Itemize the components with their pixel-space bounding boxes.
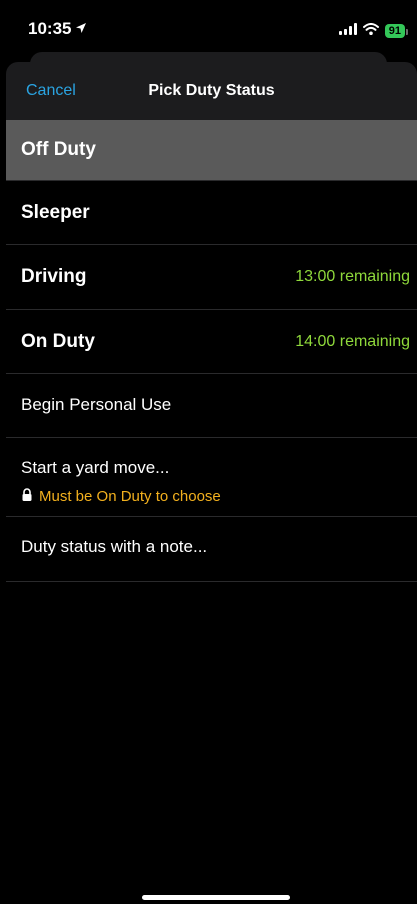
- status-option-driving[interactable]: Driving 13:00 remaining: [6, 245, 417, 310]
- status-option-on-duty[interactable]: On Duty 14:00 remaining: [6, 310, 417, 374]
- status-option-label: Start a yard move...: [21, 458, 170, 477]
- page-title: Pick Duty Status: [148, 82, 275, 99]
- remaining-time: 13:00 remaining: [295, 268, 410, 285]
- status-option-label: Driving: [21, 266, 87, 287]
- battery-level: 91: [388, 25, 401, 37]
- status-bar: 10:35 91: [0, 0, 417, 56]
- status-time-group: 10:35: [28, 19, 87, 39]
- status-option-label: On Duty: [21, 331, 95, 352]
- battery-icon: 91: [384, 24, 409, 38]
- remaining-time: 14:00 remaining: [295, 333, 410, 350]
- status-indicators: 91: [338, 22, 409, 40]
- wifi-icon: [362, 22, 379, 40]
- status-option-label: Duty status with a note...: [21, 537, 208, 556]
- disabled-note: Must be On Duty to choose: [21, 488, 221, 505]
- status-option-with-note[interactable]: Duty status with a note...: [6, 517, 417, 582]
- location-arrow-icon: [75, 19, 87, 39]
- status-option-sleeper[interactable]: Sleeper: [6, 181, 417, 245]
- nav-bar: Cancel Pick Duty Status: [6, 62, 417, 120]
- status-option-label: Sleeper: [21, 202, 90, 223]
- home-indicator: [142, 895, 290, 900]
- status-option-label: Off Duty: [21, 139, 96, 160]
- status-time: 10:35: [28, 19, 72, 38]
- disabled-note-text: Must be On Duty to choose: [39, 488, 221, 505]
- lock-icon: [21, 488, 33, 505]
- status-option-yard-move[interactable]: Start a yard move... Must be On Duty to …: [6, 438, 417, 517]
- status-option-label: Begin Personal Use: [21, 395, 172, 414]
- status-option-off-duty[interactable]: Off Duty: [6, 120, 417, 181]
- signal-icon: [338, 22, 357, 40]
- status-option-personal-use[interactable]: Begin Personal Use: [6, 374, 417, 438]
- duty-status-sheet: Cancel Pick Duty Status Off Duty Sleeper…: [6, 62, 417, 904]
